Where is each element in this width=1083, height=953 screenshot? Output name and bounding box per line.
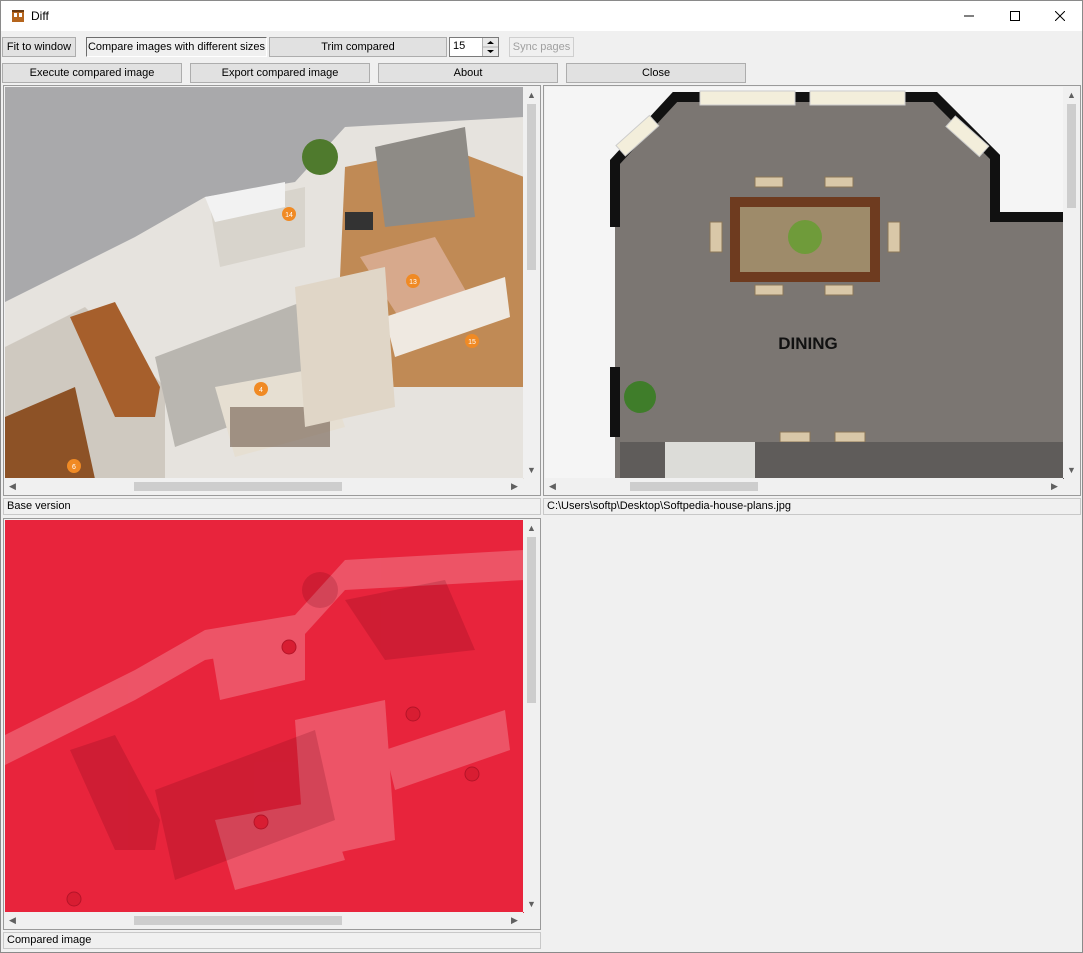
compared-image bbox=[5, 520, 524, 913]
compare-sizes-toggle[interactable]: Compare images with different sizes bbox=[86, 37, 267, 57]
scroll-up-icon[interactable]: ▲ bbox=[1063, 86, 1080, 103]
compared-hscroll-thumb[interactable] bbox=[134, 916, 342, 925]
scroll-left-icon[interactable]: ◀ bbox=[544, 478, 561, 495]
close-icon bbox=[1055, 11, 1065, 21]
file-image-pane[interactable]: DINING ▲ ▼ ◀ ▶ bbox=[543, 85, 1081, 496]
sync-pages-button[interactable]: Sync pages bbox=[509, 37, 574, 57]
close-button[interactable]: Close bbox=[566, 63, 746, 83]
svg-text:6: 6 bbox=[72, 464, 76, 471]
marker-14: 14 bbox=[282, 207, 296, 221]
marker-4: 4 bbox=[254, 382, 268, 396]
scroll-up-icon[interactable]: ▲ bbox=[523, 86, 540, 103]
app-icon bbox=[12, 10, 24, 22]
file-hscroll-thumb[interactable] bbox=[630, 482, 758, 491]
close-window-button[interactable] bbox=[1037, 1, 1083, 31]
scroll-right-icon[interactable]: ▶ bbox=[1046, 478, 1063, 495]
base-markers: 14 13 15 4 6 bbox=[67, 207, 479, 473]
spin-buttons[interactable] bbox=[482, 38, 498, 56]
compared-image-label: Compared image bbox=[3, 932, 541, 949]
file-vscroll-thumb[interactable] bbox=[1067, 104, 1076, 208]
scroll-left-icon[interactable]: ◀ bbox=[4, 912, 21, 929]
execute-compared-button[interactable]: Execute compared image bbox=[2, 63, 182, 83]
scroll-left-icon[interactable]: ◀ bbox=[4, 478, 21, 495]
trim-compared-button[interactable]: Trim compared bbox=[269, 37, 447, 57]
scroll-right-icon[interactable]: ▶ bbox=[506, 912, 523, 929]
export-compared-button[interactable]: Export compared image bbox=[190, 63, 370, 83]
title-bar: Diff bbox=[1, 1, 1082, 31]
scroll-up-icon[interactable]: ▲ bbox=[523, 519, 540, 536]
compared-vertical-scrollbar[interactable]: ▲ ▼ bbox=[523, 519, 540, 912]
svg-text:4: 4 bbox=[259, 387, 263, 394]
scroll-down-icon[interactable]: ▼ bbox=[1063, 461, 1080, 478]
scroll-down-icon[interactable]: ▼ bbox=[523, 895, 540, 912]
spin-input[interactable]: 15 bbox=[449, 37, 499, 57]
spin-arrows-icon bbox=[483, 41, 498, 53]
dining-label: DINING bbox=[778, 334, 838, 353]
compared-vscroll-thumb[interactable] bbox=[527, 537, 536, 703]
window-title: Diff bbox=[31, 9, 49, 23]
maximize-button[interactable] bbox=[992, 1, 1038, 31]
minimize-icon bbox=[964, 15, 974, 17]
file-horizontal-scrollbar[interactable]: ◀ ▶ bbox=[544, 478, 1063, 495]
spin-value: 15 bbox=[453, 40, 466, 52]
about-button[interactable]: About bbox=[378, 63, 558, 83]
base-vertical-scrollbar[interactable]: ▲ ▼ bbox=[523, 86, 540, 478]
base-horizontal-scrollbar[interactable]: ◀ ▶ bbox=[4, 478, 523, 495]
base-image-pane[interactable]: 14 13 15 4 6 ▲ ▼ ◀ ▶ bbox=[3, 85, 541, 496]
file-path-label: C:\Users\softp\Desktop\Softpedia-house-p… bbox=[543, 498, 1081, 515]
base-vscroll-thumb[interactable] bbox=[527, 104, 536, 270]
minimize-button[interactable] bbox=[946, 1, 992, 31]
marker-15: 15 bbox=[465, 334, 479, 348]
marker-6: 6 bbox=[67, 459, 81, 473]
svg-text:15: 15 bbox=[468, 339, 476, 346]
maximize-icon bbox=[1010, 11, 1020, 21]
compared-image-pane[interactable]: ▲ ▼ ◀ ▶ bbox=[3, 518, 541, 930]
compared-horizontal-scrollbar[interactable]: ◀ ▶ bbox=[4, 912, 523, 929]
svg-text:13: 13 bbox=[409, 279, 417, 286]
diff-window: Diff Fit to window Compare images with d… bbox=[0, 0, 1083, 953]
marker-13: 13 bbox=[406, 274, 420, 288]
fit-to-window-button[interactable]: Fit to window bbox=[2, 37, 76, 57]
svg-text:14: 14 bbox=[285, 212, 293, 219]
file-vertical-scrollbar[interactable]: ▲ ▼ bbox=[1063, 86, 1080, 478]
scroll-down-icon[interactable]: ▼ bbox=[523, 461, 540, 478]
base-version-label: Base version bbox=[3, 498, 541, 515]
base-hscroll-thumb[interactable] bbox=[134, 482, 342, 491]
file-image: DINING bbox=[545, 87, 1064, 479]
scroll-right-icon[interactable]: ▶ bbox=[506, 478, 523, 495]
